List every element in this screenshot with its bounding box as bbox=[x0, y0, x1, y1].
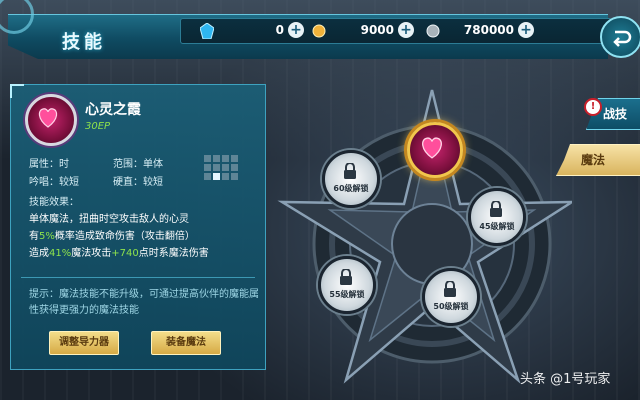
currency-gold: 9000 + bbox=[312, 22, 416, 40]
currency-crystal: 0 + bbox=[200, 22, 306, 40]
back-arrow-icon bbox=[613, 30, 632, 47]
effect-title: 技能效果： bbox=[29, 197, 79, 208]
skill-ep-cost: 30EP bbox=[85, 121, 111, 132]
add-gold-button[interactable]: + bbox=[398, 22, 414, 38]
heart-skill-icon bbox=[25, 94, 77, 146]
page-title: 技能 bbox=[62, 32, 106, 53]
lock-icon bbox=[344, 163, 356, 179]
magic-slot-45[interactable]: 45级解锁 bbox=[468, 188, 526, 246]
magic-slot-55[interactable]: 55级解锁 bbox=[318, 256, 376, 314]
blue-crystal-icon bbox=[200, 23, 214, 39]
tab-magic[interactable]: 魔法 bbox=[556, 144, 640, 176]
add-crystal-button[interactable]: + bbox=[288, 22, 304, 38]
adjust-orbment-button[interactable]: 调整导力器 bbox=[49, 331, 119, 355]
magic-slot-wheel: 60级解锁 45级解锁 55级解锁 50级解锁 bbox=[272, 84, 577, 384]
alert-badge-icon: ! bbox=[584, 98, 602, 116]
effect-description: 单体魔法，扭曲时空攻击敌人的心灵 有5%概率造成致命伤害（攻击翻倍） 造成41%… bbox=[29, 214, 209, 259]
equipped-magic-slot[interactable] bbox=[407, 122, 463, 178]
lock-icon bbox=[490, 201, 502, 217]
range-label: 范围：单体 bbox=[113, 159, 163, 170]
chant-label: 吟唱：较短 bbox=[29, 177, 79, 188]
panel-corner-decoration bbox=[10, 84, 24, 98]
watermark: 头条 @1号玩家 bbox=[520, 372, 611, 387]
add-silver-button[interactable]: + bbox=[518, 22, 534, 38]
magic-slot-60[interactable]: 60级解锁 bbox=[322, 150, 380, 208]
magic-slot-50[interactable]: 50级解锁 bbox=[422, 268, 480, 326]
skill-detail-panel: 心灵之霞 30EP 属性：时 范围：单体 吟唱：较短 硬直：较短 技能效果： 单… bbox=[10, 84, 266, 370]
lock-icon bbox=[340, 269, 352, 285]
heart-skill-icon bbox=[422, 137, 442, 159]
divider bbox=[21, 277, 255, 278]
top-header: 技能 0 + 9000 + 780000 + bbox=[0, 0, 640, 66]
silver-coin-icon bbox=[426, 24, 440, 38]
attribute-label: 属性：时 bbox=[29, 159, 69, 170]
stiffness-label: 硬直：较短 bbox=[113, 177, 163, 188]
lock-icon bbox=[444, 281, 456, 297]
tip-text: 提示：魔法技能不能升级，可通过提高伙伴的魔能属性获得更强力的魔法技能 bbox=[29, 289, 259, 316]
equip-magic-button[interactable]: 装备魔法 bbox=[151, 331, 221, 355]
back-button[interactable] bbox=[600, 16, 640, 58]
currency-silver: 780000 + bbox=[426, 22, 536, 40]
skill-name: 心灵之霞 bbox=[85, 102, 141, 118]
gold-coin-icon bbox=[312, 24, 326, 38]
